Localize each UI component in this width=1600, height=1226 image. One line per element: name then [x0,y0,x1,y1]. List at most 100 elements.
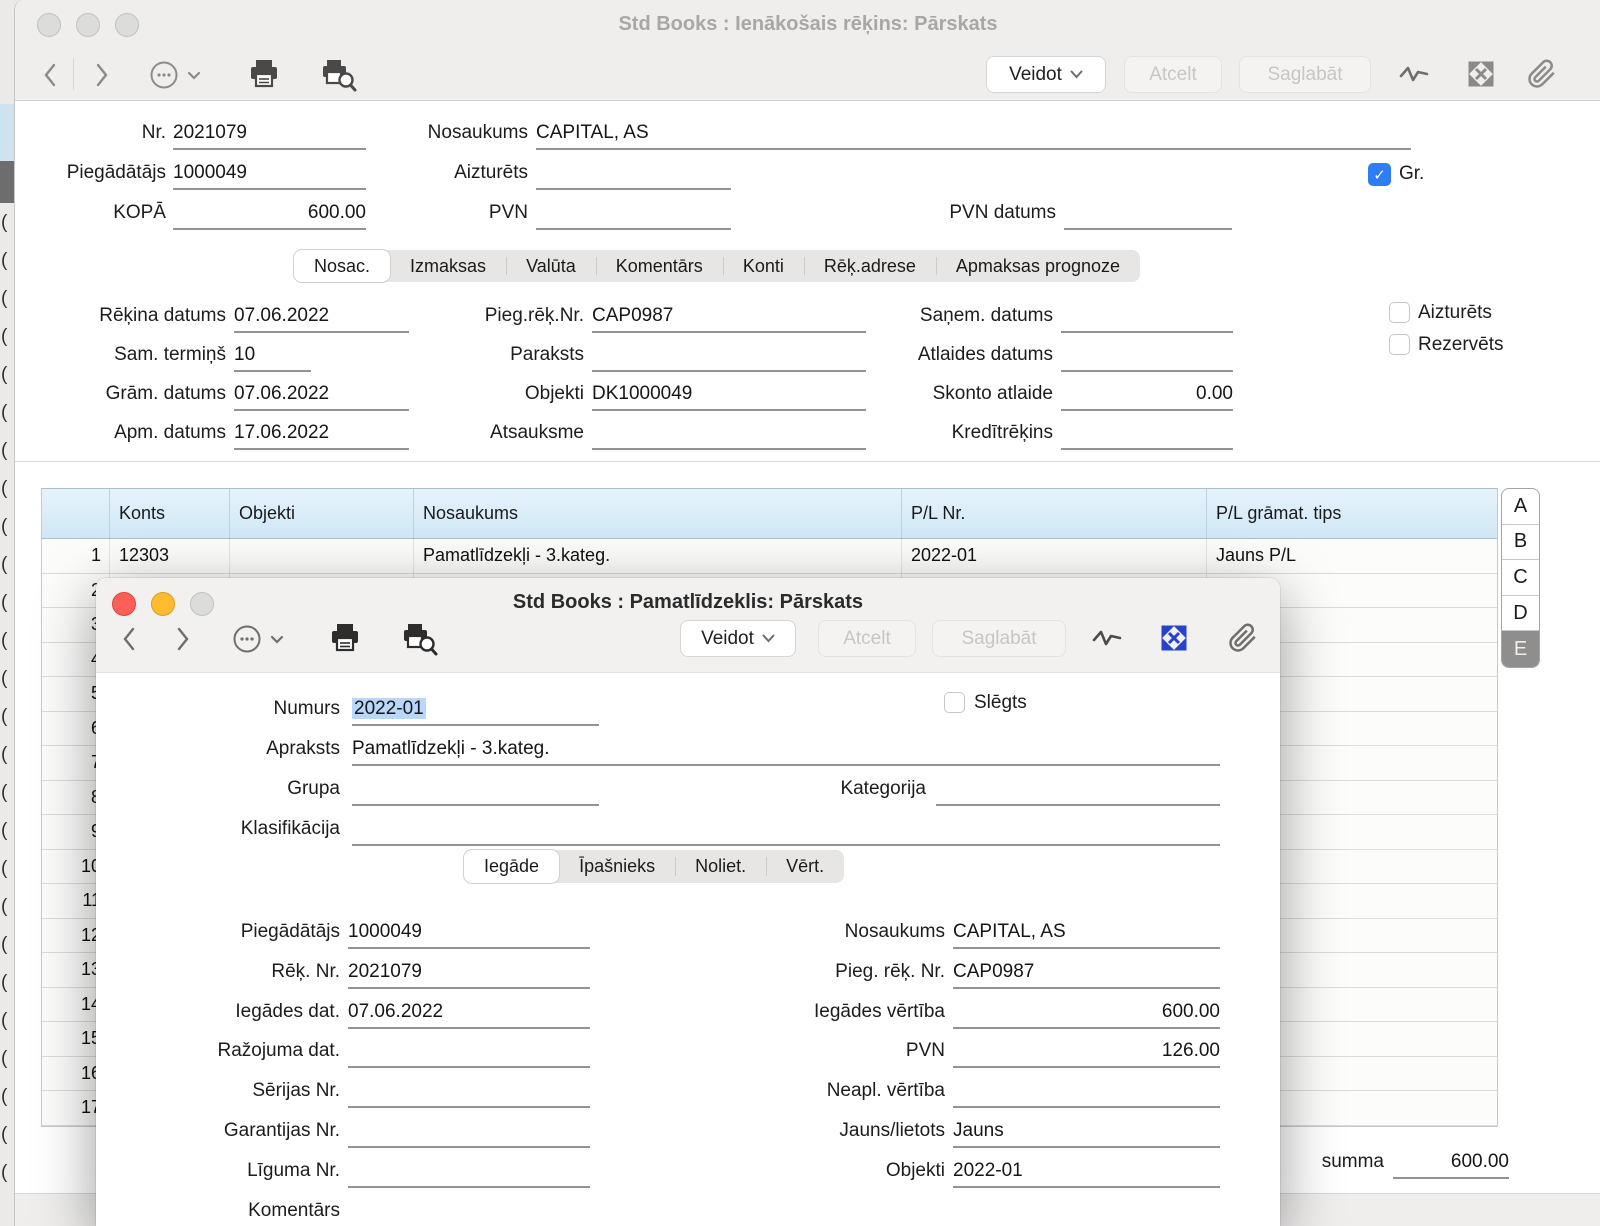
pvn-input[interactable]: 126.00 [953,1040,1220,1068]
create-button[interactable]: Veidot [986,56,1106,93]
tab-apmaksas-prognoze[interactable]: Apmaksas prognoze [936,250,1140,282]
razojuma-dat-input[interactable] [348,1040,590,1068]
piegadatajs-input[interactable]: 1000049 [348,921,590,949]
piegadatajs-input[interactable]: 1000049 [173,162,366,190]
rek-nr-input[interactable]: 2021079 [348,961,590,989]
slegts-checkbox-label: Slēgts [974,692,1027,714]
apm-datums-input[interactable]: 17.06.2022 [234,422,409,450]
activity-icon[interactable] [1399,62,1429,86]
pvn-input[interactable] [536,202,731,230]
clipped-glyph: ( [1,1162,14,1184]
neapl-vertiba-input[interactable] [953,1080,1220,1108]
clipped-glyph: ( [1,706,14,728]
objekti-input[interactable]: DK1000049 [592,383,866,411]
table-cell[interactable] [230,539,414,573]
tab-vērt-[interactable]: Vērt. [766,850,844,883]
tab-rēķ-adrese[interactable]: Rēķ.adrese [804,250,936,282]
expand-icon[interactable] [1160,624,1188,652]
clipped-glyph: ( [1,858,14,880]
gram-datums-input[interactable]: 07.06.2022 [234,383,409,411]
grupa-input[interactable] [352,778,599,806]
table-cell[interactable]: Pamatlīdzekļi - 3.kateg. [414,539,902,573]
tab-īpašnieks[interactable]: Īpašnieks [559,850,675,883]
rezervets-checkbox[interactable] [1389,334,1410,355]
side-tab-d[interactable]: D [1502,596,1539,632]
print-icon[interactable] [328,622,362,654]
nr-input[interactable]: 2021079 [173,122,366,150]
kopa-input[interactable]: 600.00 [173,202,366,230]
nosaukums-input[interactable]: CAPITAL, AS [953,921,1220,949]
aizturets-checkbox[interactable] [1389,302,1410,323]
slegts-checkbox[interactable] [944,692,965,713]
pieg-rek-nr-input[interactable]: CAP0987 [953,961,1220,989]
attach-icon[interactable] [1228,622,1258,654]
table-header-row[interactable]: KontsObjektiNosaukumsP/L Nr.P/L grāmat. … [42,489,1497,539]
apraksts-input[interactable]: Pamatlīdzekļi - 3.kateg. [352,738,1220,766]
table-cell[interactable]: 2022-01 [902,539,1207,573]
side-tab-a[interactable]: A [1502,489,1539,525]
table-cell[interactable]: Jauns P/L [1207,539,1497,573]
gr-checkbox[interactable] [1368,163,1391,186]
forward-icon[interactable] [93,62,111,88]
more-menu-icon[interactable] [149,60,207,90]
print-preview-icon[interactable] [319,58,361,92]
tab-komentārs[interactable]: Komentārs [596,250,723,282]
forward-icon[interactable] [174,626,192,652]
pvn-datums-input[interactable] [1064,202,1232,230]
tab-izmaksas[interactable]: Izmaksas [390,250,506,282]
pieg-rek-nr-input[interactable]: CAP0987 [592,305,866,333]
iegades-vertiba-input[interactable]: 600.00 [953,1001,1220,1029]
atlaides-datums-input[interactable] [1061,344,1233,372]
aizturets-input[interactable] [536,162,731,190]
sam-termins-input[interactable]: 10 [234,344,311,372]
nosaukums-input[interactable]: CAPITAL, AS [536,122,1411,150]
numurs-input[interactable]: 2022-01 [352,698,599,726]
print-icon[interactable] [247,58,281,90]
clipped-glyph: ( [1,820,14,842]
skonto-atlaide-input[interactable]: 0.00 [1061,383,1233,411]
more-menu-icon[interactable] [232,624,290,654]
print-preview-icon[interactable] [400,622,442,656]
side-tab-b[interactable]: B [1502,525,1539,561]
field-label: Ražojuma dat. [180,1040,340,1062]
rekina-datums-input[interactable]: 07.06.2022 [234,305,409,333]
tab-nosac-[interactable]: Nosac. [294,250,390,282]
create-button[interactable]: Veidot [680,620,796,657]
tab-iegāde[interactable]: Iegāde [464,850,559,883]
clipped-glyph: ( [1,668,14,690]
tab-konti[interactable]: Konti [723,250,804,282]
side-tab-e[interactable]: E [1502,631,1539,667]
field-label: Rēķina datums [41,305,226,327]
activity-icon[interactable] [1092,626,1122,650]
back-icon[interactable] [120,626,138,652]
field-label: Pieg.rēķ.Nr. [421,305,584,327]
back-icon[interactable] [41,62,59,88]
table-cell[interactable]: 1 [42,539,110,573]
clipped-glyph: ( [1,554,14,576]
jauns-lietots-input[interactable]: Jauns [953,1120,1220,1148]
expand-icon[interactable] [1467,60,1495,88]
clipped-glyph: ( [1,516,14,538]
klasifikacija-input[interactable] [352,818,1220,846]
field-label: Jauns/lietots [745,1120,945,1142]
field-label: Nr. [66,122,166,144]
tab-noliet-[interactable]: Noliet. [675,850,766,883]
chevron-down-icon [1070,70,1083,79]
table-row[interactable]: 112303 Pamatlīdzekļi - 3.kateg.2022-01Jau… [42,539,1497,574]
atsauksme-input[interactable] [592,422,866,450]
tab-valūta[interactable]: Valūta [506,250,596,282]
objekti-input[interactable]: 2022-01 [953,1160,1220,1188]
liguma-nr-input[interactable] [348,1160,590,1188]
attach-icon[interactable] [1527,58,1557,90]
serijas-nr-input[interactable] [348,1080,590,1108]
side-tab-c[interactable]: C [1502,560,1539,596]
sanem-datums-input[interactable] [1061,305,1233,333]
paraksts-input[interactable] [592,344,866,372]
clipped-glyph: ( [1,478,14,500]
iegades-dat-input[interactable]: 07.06.2022 [348,1001,590,1029]
toolbar-divider [73,58,74,90]
garantijas-nr-input[interactable] [348,1120,590,1148]
kreditrekins-input[interactable] [1061,422,1233,450]
table-cell[interactable]: 12303 [110,539,230,573]
kategorija-input[interactable] [936,778,1220,806]
